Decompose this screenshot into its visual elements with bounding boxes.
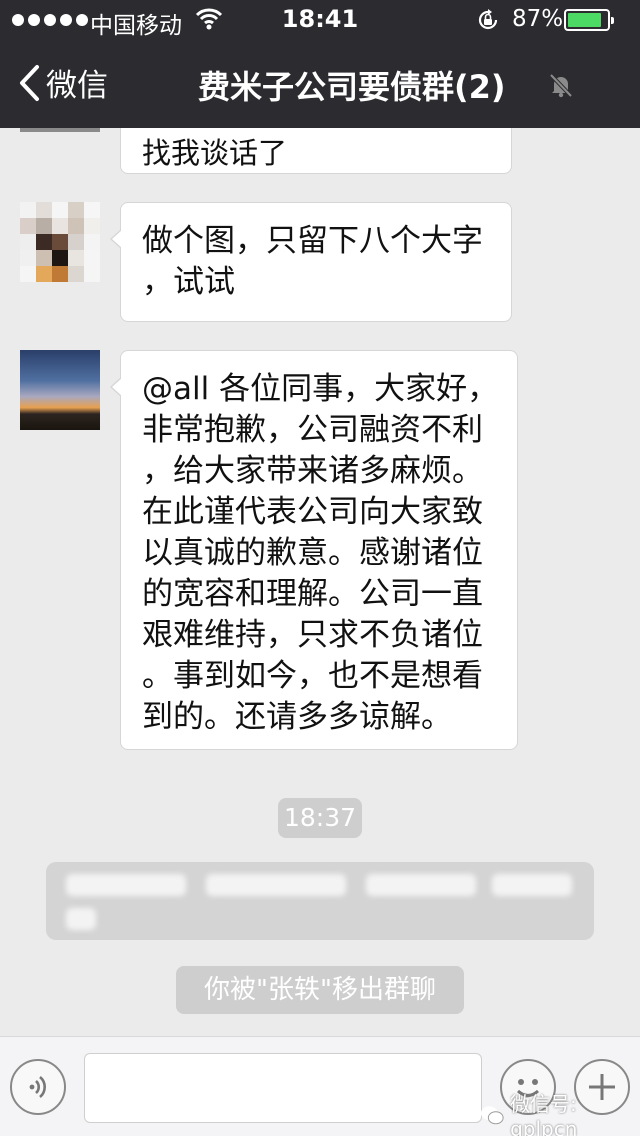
voice-icon bbox=[29, 1076, 46, 1098]
timestamp-pill: 18:37 bbox=[278, 798, 362, 838]
voice-button[interactable] bbox=[10, 1059, 66, 1115]
message-input[interactable] bbox=[84, 1053, 482, 1123]
watermark-text: 微信号: gplpcn bbox=[510, 1092, 578, 1136]
battery-fill bbox=[568, 13, 602, 27]
message-bubble[interactable]: 找我谈话了 bbox=[120, 128, 512, 174]
avatar[interactable] bbox=[20, 202, 100, 282]
chat-area[interactable]: 找我谈话了 做个图，只留下八个大字 ，试试 @all 各位同事，大家好， 非常抱… bbox=[0, 128, 640, 1036]
watermark: 微信号: gplpcn bbox=[480, 1088, 640, 1136]
blurred-system-message bbox=[46, 862, 594, 940]
wechat-logo-icon bbox=[480, 1105, 504, 1124]
avatar[interactable] bbox=[20, 350, 100, 430]
battery-percent: 87% bbox=[512, 6, 564, 32]
chevron-left-icon bbox=[20, 64, 39, 101]
mute-bell-icon bbox=[549, 73, 573, 98]
message-bubble[interactable]: 做个图，只留下八个大字 ，试试 bbox=[110, 202, 512, 322]
message-bubble[interactable]: @all 各位同事，大家好， 非常抱歉，公司融资不利 ，给大家带来诸多麻烦。 在… bbox=[110, 350, 518, 750]
avatar[interactable] bbox=[20, 128, 100, 132]
back-button[interactable]: 微信 bbox=[18, 60, 108, 105]
chat-title: 费米子公司要债群(2) bbox=[198, 68, 506, 106]
battery-icon bbox=[564, 9, 614, 31]
status-bar: 中国移动 18:41 87% bbox=[0, 0, 640, 40]
nav-header: 中国移动 18:41 87% 微信 费米子公司要债群(2) bbox=[0, 0, 640, 128]
back-label: 微信 bbox=[46, 68, 108, 104]
system-notice: 你被"张轶"移出群聊 bbox=[176, 966, 464, 1014]
rotation-lock-icon bbox=[478, 9, 498, 30]
